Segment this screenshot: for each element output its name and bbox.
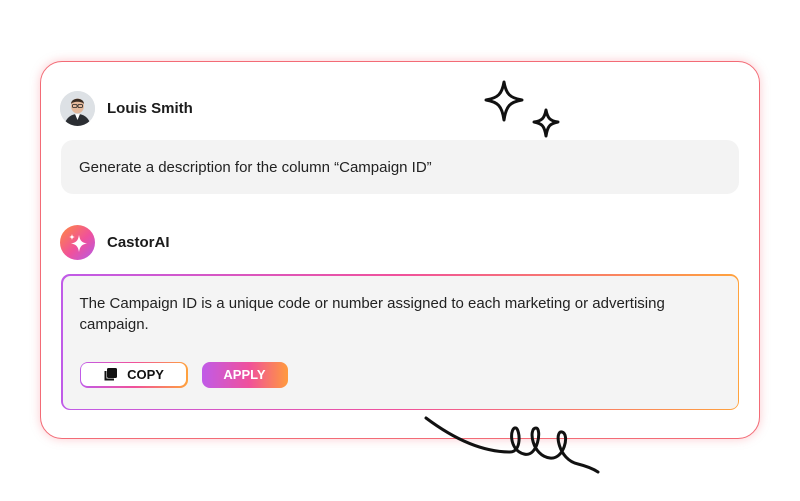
apply-button-label: APPLY bbox=[223, 367, 266, 382]
castorai-logo-icon bbox=[60, 225, 95, 260]
copy-button-inner[interactable]: COPY bbox=[81, 363, 186, 386]
sparkle-icon bbox=[484, 80, 560, 138]
chat-stage: Louis Smith Generate a description for t… bbox=[0, 0, 800, 501]
assistant-message-text: The Campaign ID is a unique code or numb… bbox=[79, 294, 665, 333]
assistant-message: The Campaign ID is a unique code or numb… bbox=[61, 274, 739, 410]
copy-button-label: COPY bbox=[127, 367, 164, 382]
user-message-text: Generate a description for the column “C… bbox=[79, 158, 432, 176]
apply-button[interactable]: APPLY bbox=[201, 361, 288, 388]
assistant-name: CastorAI bbox=[107, 234, 170, 251]
user-avatar-icon bbox=[60, 91, 95, 126]
avatar bbox=[60, 91, 95, 126]
user-header: Louis Smith bbox=[60, 91, 193, 126]
swirl-decoration bbox=[424, 416, 600, 474]
user-message: Generate a description for the column “C… bbox=[61, 140, 739, 194]
copy-button[interactable]: COPY bbox=[79, 361, 188, 388]
copy-icon bbox=[104, 368, 118, 381]
assistant-message-body: The Campaign ID is a unique code or numb… bbox=[62, 275, 738, 409]
user-name: Louis Smith bbox=[107, 100, 193, 117]
assistant-header: CastorAI bbox=[60, 225, 170, 260]
